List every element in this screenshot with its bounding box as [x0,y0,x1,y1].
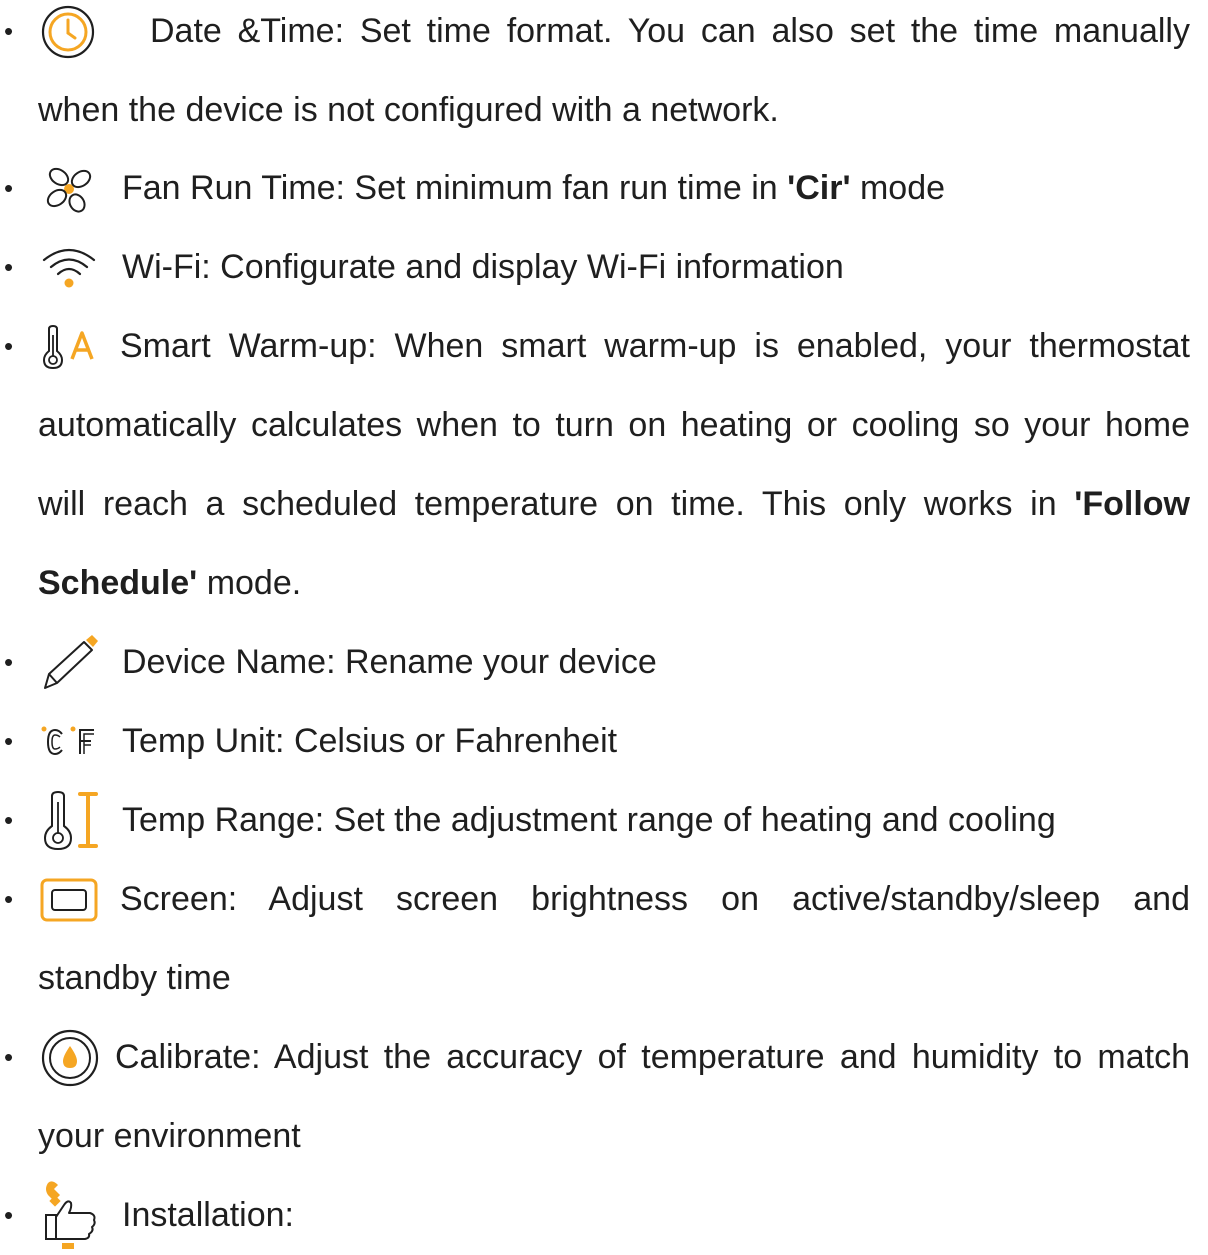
list-item-temp-range: • Temp Range: Set the adjustment range o… [0,781,1208,860]
item-text: Fan Run Time: Set minimum fan run time i… [122,169,946,207]
temp-unit-icon [41,726,94,755]
item-text: your environment [38,1117,301,1155]
item-text: automatically calculates when to turn on… [38,406,1190,444]
list-item-continuation: automatically calculates when to turn on… [0,386,1208,465]
item-text: Wi-Fi: Configurate and display Wi-Fi inf… [122,248,844,286]
wifi-icon [42,248,96,287]
list-item-continuation: standby time [0,939,1208,1018]
item-text: Device Name: Rename your device [122,643,657,681]
smart-warmup-icon [42,324,94,369]
item-text: standby time [38,959,231,997]
item-text: Installation: [122,1196,294,1234]
installation-icon [45,1181,96,1249]
item-text: will reach a scheduled temperature on ti… [38,485,1190,523]
list-item-date-time: • Date &Time: Set time format. You can a… [0,0,1208,71]
list-item-continuation: Schedule' mode. [0,544,1208,623]
pencil-icon [44,634,98,689]
item-text: when the device is not configured with a… [38,91,779,129]
mode-name: 'Follow [1074,485,1190,523]
list-item-temp-unit: • Temp Unit: Celsius or Fahrenheit [0,702,1208,781]
list-item-continuation: your environment [0,1097,1208,1176]
item-text: Smart Warm-up: When smart warm-up is ena… [120,327,1190,365]
item-text: Schedule' mode. [38,564,302,602]
bullet: • [4,252,14,282]
bullet: • [4,726,14,756]
bullet: • [4,16,14,46]
list-item-wifi: • Wi-Fi: Configurate and display Wi-Fi i… [0,228,1208,307]
temp-range-icon [43,790,98,850]
clock-icon [41,5,95,58]
item-text: Date &Time: Set time format. You can als… [150,12,1190,50]
list-item-calibrate: • Calibrate: Adjust the accuracy of temp… [0,1018,1208,1097]
bullet: • [4,884,14,914]
list-item-installation: • Installation: [0,1176,1208,1255]
fan-icon [46,167,92,213]
list-item-continuation: will reach a scheduled temperature on ti… [0,465,1208,544]
bullet: • [4,805,14,835]
list-item-fan-run-time: • Fan Run Time: Set minimum fan run time… [0,149,1208,228]
bullet: • [4,1042,14,1072]
list-item-continuation: when the device is not configured with a… [0,71,1208,150]
item-text: Screen: Adjust screen brightness on acti… [120,880,1190,918]
item-text: Temp Range: Set the adjustment range of … [122,801,1056,839]
bullet: • [4,173,14,203]
screen-icon [40,878,98,921]
list-item-device-name: • Device Name: Rename your device [0,623,1208,702]
bullet: • [4,1200,14,1230]
bullet: • [4,647,14,677]
calibrate-icon [41,1029,99,1086]
bullet: • [4,331,14,361]
list-item-screen: • Screen: Adjust screen brightness on ac… [0,860,1208,939]
mode-name: 'Cir' [787,169,851,207]
item-text: Temp Unit: Celsius or Fahrenheit [122,722,618,760]
list-item-smart-warmup: • Smart Warm-up: When smart warm-up is e… [0,307,1208,386]
item-text: Calibrate: Adjust the accuracy of temper… [115,1038,1190,1076]
mode-name: Schedule' [38,564,198,602]
